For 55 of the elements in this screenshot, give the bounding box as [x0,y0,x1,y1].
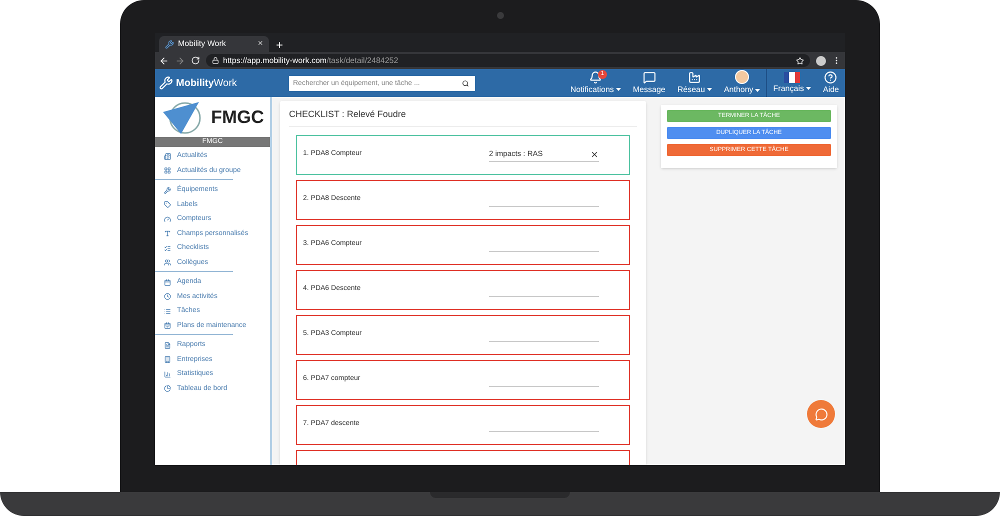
chat-button[interactable] [807,400,835,428]
browser-tab[interactable]: Mobility Work × [159,36,269,52]
nav-label: Message [632,84,666,96]
address-bar[interactable]: https://app.mobility-work.com/task/detail/2484252 [206,54,810,67]
wrench-icon [164,186,171,194]
nav-item[interactable]: Français [767,69,817,97]
grid-icon [164,167,171,174]
text-icon [164,230,171,238]
url: https://app.mobility-work.com/task/detail/2484252 [223,54,398,66]
forward-icon[interactable] [175,56,185,66]
tab-title: Mobility Work [178,38,227,50]
checklist-title: CHECKLIST : Relevé Foudre [289,108,637,126]
document-icon [164,342,171,349]
nav-label: Aide [822,84,839,96]
people-icon [164,259,171,266]
nav-item[interactable]: Message [626,69,672,97]
camera-icon [496,12,504,19]
list-icon [164,308,171,315]
back-icon[interactable] [159,56,169,66]
building-icon [164,356,171,364]
chat-icon [642,70,656,84]
nav-item[interactable]: Anthony [718,69,766,97]
logo-icon [159,76,173,90]
company-name: FMGC [211,106,264,128]
clock-icon [164,293,171,300]
nav-item[interactable]: Aide [816,69,845,97]
clear-icon[interactable] [590,150,599,158]
wrench-icon [165,40,174,48]
calendar-icon [164,278,171,286]
close-tab-button[interactable]: × [258,37,263,51]
nav-label: Anthony [724,84,754,96]
search-icon[interactable] [462,80,469,86]
new-tab-button[interactable]: + [276,39,284,51]
reload-icon[interactable] [191,56,200,65]
nav-label: Notifications [570,84,614,96]
nav-item[interactable]: Réseau [671,69,718,97]
star-icon[interactable] [796,56,804,64]
help-icon [824,70,838,84]
calendar-icon [164,322,171,330]
newspaper-icon [164,152,171,160]
chat-icon [814,408,828,420]
checklist-icon [164,244,171,252]
flag-icon [784,72,800,82]
pie-chart-icon [164,385,171,392]
nav-label: Français [773,82,804,94]
lock-icon [212,57,219,64]
tag-icon [164,201,171,208]
profile-icon[interactable] [816,56,826,66]
avatar-icon [735,70,750,84]
bar-chart-icon [164,370,171,378]
gauge-icon [164,216,171,223]
nav-label: Réseau [677,84,705,96]
logo[interactable]: MobilityWork [176,76,237,90]
factory-icon [688,70,702,84]
bell-icon [589,70,602,84]
